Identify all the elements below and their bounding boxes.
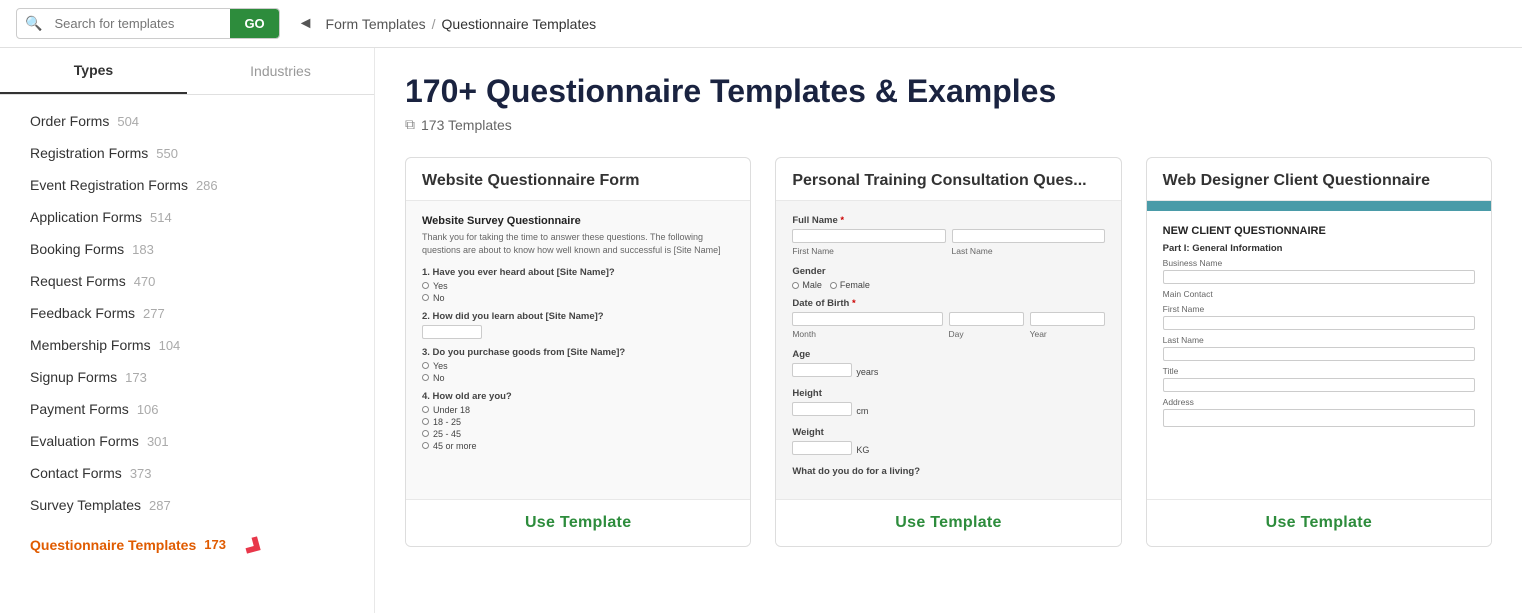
card-3-address: Address [1163, 397, 1475, 427]
sidebar-item-4[interactable]: Booking Forms183 [0, 233, 374, 265]
tab-industries[interactable]: Industries [187, 48, 374, 94]
card-3-header-bar [1147, 201, 1491, 211]
card-2-preview: Full Name * First Name Last Name [776, 200, 1120, 500]
breadcrumb-link[interactable]: Form Templates [326, 16, 426, 32]
card-1-preview-title: Website Survey Questionnaire [422, 215, 734, 227]
sidebar-item-12[interactable]: Survey Templates287 [0, 489, 374, 521]
card-2-dob: Date of Birth * Month Day [792, 298, 1104, 341]
card-3-title: Web Designer Client Questionnaire [1147, 158, 1491, 200]
template-count-icon: ⧉ [405, 116, 415, 133]
card-3-title-field: Title [1163, 366, 1475, 392]
card-3-last-name: Last Name [1163, 335, 1475, 361]
card-1-q3: 3. Do you purchase goods from [Site Name… [422, 347, 734, 383]
sidebar-item-13[interactable]: Questionnaire Templates173 [0, 521, 374, 568]
sidebar-tabs: Types Industries [0, 48, 374, 95]
card-2-living: What do you do for a living? [792, 466, 1104, 477]
card-2-age: Age years [792, 349, 1104, 380]
sidebar-item-7[interactable]: Membership Forms104 [0, 329, 374, 361]
breadcrumb: ◄ Form Templates / Questionnaire Templat… [292, 13, 596, 35]
card-2-title: Personal Training Consultation Ques... [776, 158, 1120, 200]
card-1-q4: 4. How old are you? Under 18 18 - 25 25 … [422, 391, 734, 451]
tab-types[interactable]: Types [0, 48, 187, 94]
card-1-q1: 1. Have you ever heard about [Site Name]… [422, 267, 734, 303]
card-1-preview-subtitle: Thank you for taking the time to answer … [422, 231, 734, 256]
card-3-section-title: Part I: General Information [1163, 243, 1475, 254]
go-button[interactable]: GO [230, 9, 278, 38]
card-2-fullname: Full Name * First Name Last Name [792, 215, 1104, 258]
sidebar-item-8[interactable]: Signup Forms173 [0, 361, 374, 393]
sidebar-item-6[interactable]: Feedback Forms277 [0, 297, 374, 329]
card-3-preview-heading: NEW CLIENT QUESTIONNAIRE [1163, 225, 1475, 237]
card-3-use-button[interactable]: Use Template [1147, 500, 1491, 546]
card-1-title: Website Questionnaire Form [406, 158, 750, 200]
page-title: 170+ Questionnaire Templates & Examples [405, 72, 1492, 110]
breadcrumb-separator: / [432, 16, 436, 32]
search-wrapper: 🔍 GO [16, 8, 280, 39]
card-3-first-name: First Name [1163, 304, 1475, 330]
card-3: Web Designer Client Questionnaire NEW CL… [1146, 157, 1492, 547]
sidebar-item-3[interactable]: Application Forms514 [0, 201, 374, 233]
top-bar: 🔍 GO ◄ Form Templates / Questionnaire Te… [0, 0, 1522, 48]
search-input[interactable] [50, 10, 230, 37]
card-1-preview: Website Survey Questionnaire Thank you f… [406, 200, 750, 500]
card-1: Website Questionnaire Form Website Surve… [405, 157, 751, 547]
main-layout: Types Industries Order Forms504Registrat… [0, 48, 1522, 613]
card-2-gender: Gender Male Female [792, 266, 1104, 290]
sidebar: Types Industries Order Forms504Registrat… [0, 48, 375, 613]
card-2-use-button[interactable]: Use Template [776, 500, 1120, 546]
sidebar-item-5[interactable]: Request Forms470 [0, 265, 374, 297]
card-2-weight: Weight KG [792, 427, 1104, 458]
cards-grid: Website Questionnaire Form Website Surve… [405, 157, 1492, 547]
breadcrumb-current: Questionnaire Templates [442, 16, 597, 32]
content-area: 170+ Questionnaire Templates & Examples … [375, 48, 1522, 613]
sidebar-item-1[interactable]: Registration Forms550 [0, 137, 374, 169]
template-count-text: 173 Templates [421, 117, 512, 133]
card-3-business: Business Name [1163, 258, 1475, 284]
sidebar-item-0[interactable]: Order Forms504 [0, 105, 374, 137]
active-arrow-indicator [238, 529, 266, 560]
card-2-height: Height cm [792, 388, 1104, 419]
card-3-main-contact: Main Contact [1163, 289, 1475, 299]
sidebar-item-11[interactable]: Contact Forms373 [0, 457, 374, 489]
sidebar-items-list: Order Forms504Registration Forms550Event… [0, 95, 374, 578]
card-3-preview: NEW CLIENT QUESTIONNAIRE Part I: General… [1147, 200, 1491, 500]
card-1-use-button[interactable]: Use Template [406, 500, 750, 546]
card-2: Personal Training Consultation Ques... F… [775, 157, 1121, 547]
card-1-q2: 2. How did you learn about [Site Name]? [422, 311, 734, 339]
search-icon: 🔍 [17, 15, 50, 32]
sidebar-item-9[interactable]: Payment Forms106 [0, 393, 374, 425]
sidebar-item-2[interactable]: Event Registration Forms286 [0, 169, 374, 201]
sidebar-item-10[interactable]: Evaluation Forms301 [0, 425, 374, 457]
template-count: ⧉ 173 Templates [405, 116, 1492, 133]
breadcrumb-back-button[interactable]: ◄ [292, 13, 320, 35]
